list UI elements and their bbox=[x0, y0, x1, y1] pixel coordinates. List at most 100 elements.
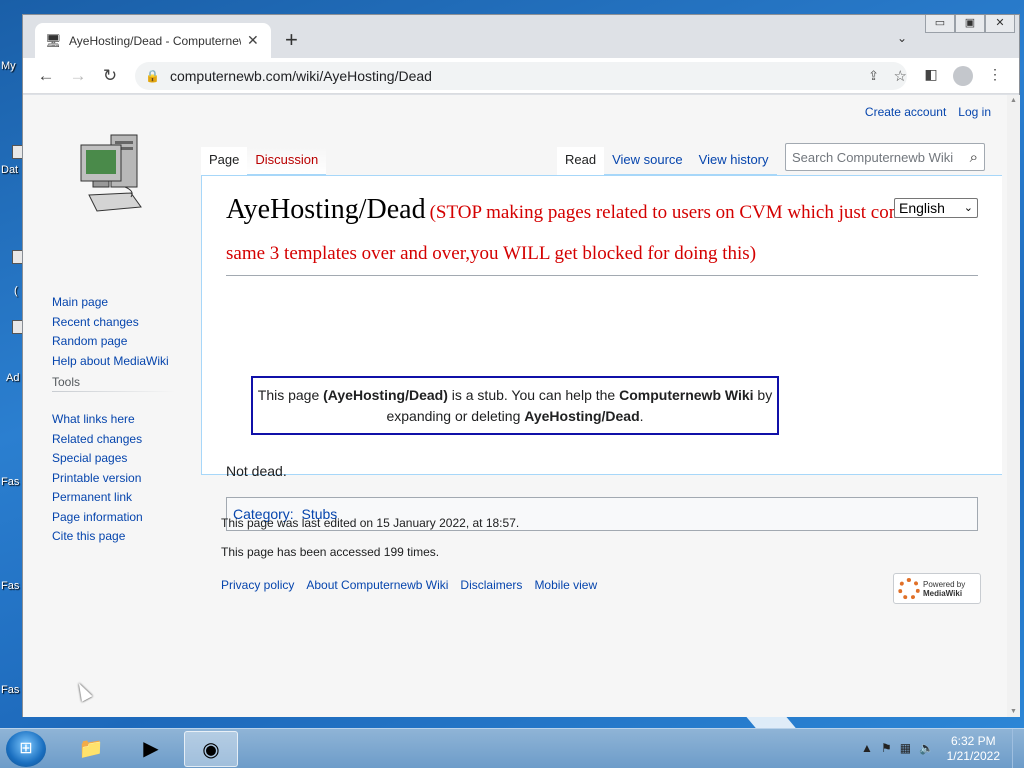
access-count-text: This page has been accessed 199 times. bbox=[221, 545, 440, 559]
help-mediawiki-link[interactable]: Help about MediaWiki bbox=[52, 354, 169, 368]
tools-portal: What links here Related changes Special … bbox=[52, 412, 143, 549]
printable-version-link[interactable]: Printable version bbox=[52, 471, 141, 485]
forward-arrow-icon[interactable]: → bbox=[67, 65, 89, 87]
close-window-button[interactable]: ✕ bbox=[985, 15, 1015, 33]
content-area: AyeHosting/Dead (STOP making pages relat… bbox=[201, 175, 1002, 531]
browser-tab[interactable]: 🖥 AyeHosting/Dead - Computernewb Wiki ✕ bbox=[35, 23, 271, 58]
tab-view-history[interactable]: View history bbox=[690, 147, 777, 175]
privacy-policy-link[interactable]: Privacy policy bbox=[221, 578, 294, 592]
scroll-down-icon[interactable]: ▼ bbox=[1010, 708, 1017, 715]
log-in-link[interactable]: Log in bbox=[958, 105, 991, 119]
mediawiki-text: MediaWiki bbox=[923, 588, 963, 598]
chevron-down-icon: ⌄ bbox=[963, 202, 973, 214]
search-input[interactable]: Search Computernewb Wiki ⌕ bbox=[785, 143, 985, 171]
create-account-link[interactable]: Create account bbox=[865, 105, 946, 119]
what-links-here-link[interactable]: What links here bbox=[52, 412, 135, 426]
tools-heading: Tools bbox=[52, 375, 81, 389]
file-explorer-icon[interactable]: 📁 bbox=[64, 731, 118, 767]
clock-date: 1/21/2022 bbox=[946, 749, 1000, 763]
desktop-icon-label[interactable]: Fas bbox=[1, 684, 19, 696]
language-select[interactable]: English ⌄ bbox=[894, 198, 978, 218]
desktop-icon-label[interactable]: My bbox=[1, 60, 16, 72]
language-value: English bbox=[899, 200, 945, 216]
body-text: Not dead. bbox=[226, 463, 287, 479]
mediawiki-flower-icon bbox=[898, 577, 920, 600]
last-edited-text: This page was last edited on 15 January … bbox=[221, 516, 520, 530]
tab-strip: 🖥 AyeHosting/Dead - Computernewb Wiki ✕ … bbox=[23, 15, 1019, 58]
lock-icon[interactable]: 🔒 bbox=[145, 69, 160, 83]
bookmark-star-icon[interactable]: ☆ bbox=[894, 67, 907, 85]
window-controls: ▭ ▣ ✕ bbox=[925, 15, 1015, 33]
footer-links: Privacy policy About Computernewb Wiki D… bbox=[221, 578, 597, 592]
tab-page[interactable]: Page bbox=[201, 147, 248, 175]
search-icon[interactable]: ⌕ bbox=[970, 149, 978, 166]
stub-page-name: AyeHosting/Dead bbox=[524, 408, 640, 424]
browser-toolbar: ← → ↻ 🔒 computernewb.com/wiki/AyeHosting… bbox=[23, 58, 1019, 94]
random-page-link[interactable]: Random page bbox=[52, 334, 127, 348]
main-page-link[interactable]: Main page bbox=[52, 295, 108, 309]
namespace-tabs: Page Discussion bbox=[201, 147, 327, 175]
stub-text: This page bbox=[257, 387, 324, 403]
cite-this-page-link[interactable]: Cite this page bbox=[52, 529, 125, 543]
recent-changes-link[interactable]: Recent changes bbox=[52, 315, 139, 329]
tab-discussion[interactable]: Discussion bbox=[247, 147, 327, 175]
stub-page-name: (AyeHosting/Dead) bbox=[323, 387, 448, 403]
view-tabs: Read View source View history bbox=[557, 147, 777, 175]
desktop-icon-label[interactable]: Ad bbox=[6, 372, 19, 384]
back-arrow-icon[interactable]: ← bbox=[35, 65, 57, 87]
url-text[interactable]: computernewb.com/wiki/AyeHosting/Dead bbox=[170, 68, 432, 84]
about-link[interactable]: About Computernewb Wiki bbox=[306, 578, 448, 592]
wiki-favicon-icon: 🖥 bbox=[45, 32, 62, 48]
browser-window: 🖥 AyeHosting/Dead - Computernewb Wiki ✕ … bbox=[22, 14, 1020, 717]
stub-text: . bbox=[639, 408, 644, 424]
volume-icon[interactable]: 🔈 bbox=[919, 741, 934, 755]
disclaimers-link[interactable]: Disclaimers bbox=[460, 578, 522, 592]
desktop-icon-label[interactable]: Fas bbox=[1, 580, 19, 592]
address-bar[interactable]: 🔒 computernewb.com/wiki/AyeHosting/Dead … bbox=[135, 62, 907, 90]
maximize-button[interactable]: ▣ bbox=[955, 15, 985, 33]
search-placeholder: Search Computernewb Wiki bbox=[792, 149, 954, 165]
action-center-flag-icon[interactable]: ⚑ bbox=[881, 741, 892, 755]
tab-read[interactable]: Read bbox=[557, 147, 605, 175]
media-player-icon[interactable]: ▶ bbox=[124, 731, 178, 767]
menu-kebab-icon[interactable]: ⋮ bbox=[985, 66, 1005, 83]
permanent-link[interactable]: Permanent link bbox=[52, 490, 132, 504]
vertical-scrollbar[interactable]: ▲ ▼ bbox=[1007, 95, 1020, 717]
chrome-taskbar-icon[interactable]: ◉ bbox=[184, 731, 238, 767]
show-desktop-button[interactable] bbox=[1012, 729, 1024, 768]
minimize-button[interactable]: ▭ bbox=[925, 15, 955, 33]
stub-text: is a stub. You can help the bbox=[447, 387, 620, 403]
clock-time: 6:32 PM bbox=[950, 734, 996, 748]
network-icon[interactable]: ▦ bbox=[900, 741, 911, 755]
start-button[interactable]: ⊞ bbox=[6, 731, 46, 767]
page-information-link[interactable]: Page information bbox=[52, 510, 143, 524]
tab-search-chevron-icon[interactable]: ⌄ bbox=[897, 31, 907, 45]
desktop-icon-label[interactable]: Fas bbox=[1, 476, 19, 488]
system-tray: ▲ ⚑ ▦ 🔈 bbox=[861, 741, 934, 755]
share-icon[interactable]: ⇪ bbox=[868, 68, 879, 84]
page-title: AyeHosting/Dead (STOP making pages relat… bbox=[226, 190, 978, 276]
special-pages-link[interactable]: Special pages bbox=[52, 451, 127, 465]
tools-separator bbox=[52, 391, 176, 392]
clock[interactable]: 6:32 PM 1/21/2022 bbox=[947, 734, 1000, 764]
tab-view-source[interactable]: View source bbox=[604, 147, 691, 175]
desktop-icon-label[interactable]: Dat bbox=[1, 164, 18, 176]
page-viewport: Create account Log in Main page Recent c… bbox=[23, 95, 1007, 717]
tab-title: AyeHosting/Dead - Computernewb Wiki bbox=[69, 33, 241, 48]
desktop-icon-label[interactable]: ( bbox=[14, 285, 18, 297]
related-changes-link[interactable]: Related changes bbox=[52, 432, 142, 446]
reload-icon[interactable]: ↻ bbox=[99, 65, 121, 87]
tab-close-icon[interactable]: ✕ bbox=[247, 32, 259, 49]
stub-wiki-name: Computernewb Wiki bbox=[619, 387, 754, 403]
wiki-logo-computer-icon[interactable] bbox=[75, 131, 147, 217]
powered-by-mediawiki-badge[interactable]: Powered by MediaWiki bbox=[893, 573, 981, 604]
scroll-up-icon[interactable]: ▲ bbox=[1010, 97, 1017, 104]
show-hidden-icons-icon[interactable]: ▲ bbox=[861, 741, 873, 755]
mobile-view-link[interactable]: Mobile view bbox=[534, 578, 597, 592]
side-panel-icon[interactable]: ◧ bbox=[921, 66, 941, 83]
profile-avatar-icon[interactable] bbox=[953, 66, 973, 86]
navigation-portal: Main page Recent changes Random page Hel… bbox=[52, 295, 169, 373]
stub-notice: This page (AyeHosting/Dead) is a stub. Y… bbox=[251, 376, 779, 435]
new-tab-button[interactable]: + bbox=[285, 29, 298, 51]
powered-by-text: Powered by bbox=[923, 579, 966, 589]
